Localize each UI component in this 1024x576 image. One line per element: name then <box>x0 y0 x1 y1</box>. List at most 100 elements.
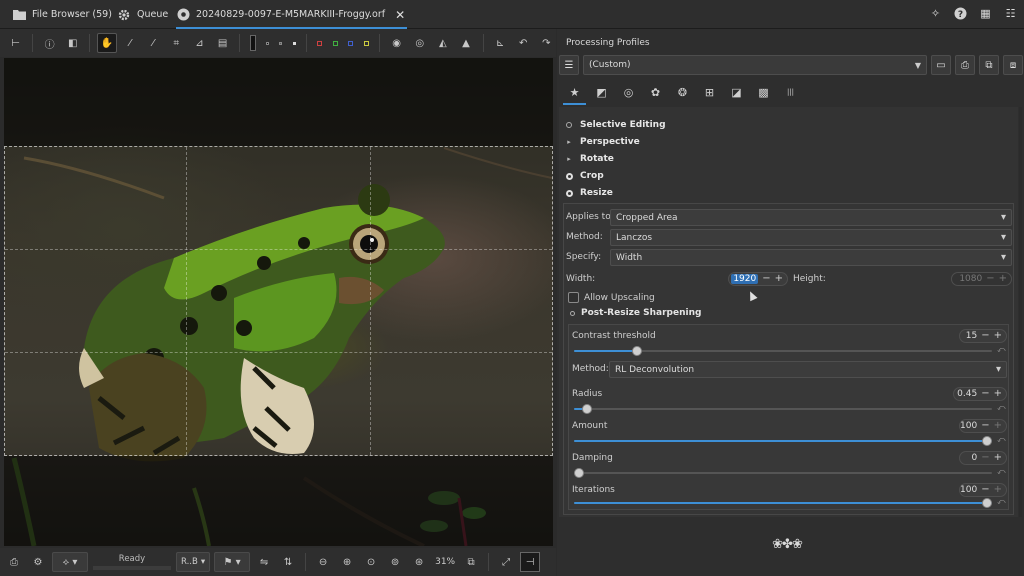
flip-vertical-icon[interactable]: ⇅ <box>278 552 298 572</box>
background-color-icon[interactable] <box>247 33 258 53</box>
luminance-channel-icon[interactable] <box>361 33 372 53</box>
slider-handle[interactable] <box>982 436 992 446</box>
preview-mode-select[interactable]: R..B ▾ <box>176 552 211 572</box>
minus-icon[interactable]: − <box>981 389 989 399</box>
plus-icon[interactable]: + <box>994 331 1002 341</box>
plus-icon[interactable]: + <box>999 274 1007 284</box>
post-resize-sharpening-header[interactable]: Post-Resize Sharpening <box>570 308 701 318</box>
width-input[interactable]: 1920 − + <box>728 272 788 286</box>
zoom-100-icon[interactable]: ⊙ <box>361 552 381 572</box>
zoom-out-icon[interactable]: ⊖ <box>313 552 333 572</box>
save-profile-icon[interactable]: ⎙ <box>955 55 975 75</box>
height-input[interactable]: 1080 − + <box>951 272 1012 286</box>
amount-input[interactable]: 100 − + <box>959 419 1007 433</box>
grid-view-icon[interactable]: ▦ <box>978 6 993 21</box>
radius-input[interactable]: 0.45 − + <box>953 387 1007 401</box>
iterations-input[interactable]: 100 − + <box>959 483 1007 497</box>
close-icon[interactable]: ✕ <box>395 8 405 22</box>
contrast-threshold-slider[interactable] <box>574 346 992 356</box>
paste-profile-icon[interactable]: ⧈ <box>1003 55 1023 75</box>
tool-perspective[interactable]: ▸ Perspective <box>565 134 640 150</box>
tab-metadata-icon[interactable]: ||| <box>777 79 804 105</box>
save-image-icon[interactable]: ⎙ <box>4 552 24 572</box>
tab-image-editor[interactable]: 20240829-0097-E-M5MARKIII-Froggy.orf ✕ <box>176 0 408 29</box>
perspective-tool-icon[interactable]: ▤ <box>213 33 232 53</box>
reset-icon[interactable]: ⤺ <box>997 497 1006 507</box>
contrast-threshold-input[interactable]: 15 − + <box>959 329 1007 343</box>
open-profile-icon[interactable]: ▭ <box>931 55 951 75</box>
flag-select-button[interactable]: ⚑ ▾ <box>214 552 251 572</box>
plus-icon[interactable]: + <box>994 389 1002 399</box>
zoom-in-icon[interactable]: ⊕ <box>337 552 357 572</box>
color-picker-icon[interactable]: ⁄ <box>144 33 163 53</box>
minus-icon[interactable]: − <box>981 331 989 341</box>
tab-queue[interactable]: Queue <box>117 0 168 29</box>
histogram-icon[interactable]: ⊾ <box>491 33 510 53</box>
tab-transform-icon[interactable]: ⊞ <box>696 79 723 105</box>
reset-icon[interactable]: ⤺ <box>997 435 1006 445</box>
copy-profile-icon[interactable]: ⧉ <box>979 55 999 75</box>
slider-handle[interactable] <box>582 404 592 414</box>
enable-toggle-icon[interactable] <box>565 189 573 197</box>
zoom-fit-crop-icon[interactable]: ⊛ <box>409 552 429 572</box>
new-window-icon[interactable]: ⧉ <box>461 552 481 572</box>
tab-color-icon[interactable]: ✿ <box>642 79 669 105</box>
specify-select[interactable]: Width ▾ <box>610 249 1012 266</box>
reset-icon[interactable]: ⤺ <box>997 403 1006 413</box>
tab-raw-icon[interactable]: ◪ <box>723 79 750 105</box>
bg-black-icon[interactable] <box>263 33 273 53</box>
plus-icon[interactable]: + <box>775 274 783 284</box>
tool-crop[interactable]: Crop <box>565 168 604 184</box>
rotate-right-icon[interactable]: ↷ <box>537 33 556 53</box>
tab-locallab-icon[interactable]: ▩ <box>750 79 777 105</box>
enable-toggle-icon[interactable] <box>565 122 573 128</box>
bg-gray-icon[interactable] <box>276 33 286 53</box>
enable-toggle-icon[interactable] <box>565 172 573 180</box>
plus-icon[interactable]: + <box>994 421 1002 431</box>
zoom-fit-icon[interactable]: ⊚ <box>385 552 405 572</box>
preferences-icon[interactable]: ☷ <box>1003 6 1018 21</box>
fullscreen-icon[interactable]: ⤢ <box>496 552 516 572</box>
allow-upscaling-checkbox[interactable] <box>568 292 579 303</box>
sharpen-method-select[interactable]: RL Deconvolution ▾ <box>609 361 1007 378</box>
minus-icon[interactable]: − <box>981 485 989 495</box>
minus-icon[interactable]: − <box>762 274 770 284</box>
slider-handle[interactable] <box>574 468 584 478</box>
hand-tool-icon[interactable]: ✋ <box>97 33 117 53</box>
tool-resize[interactable]: Resize <box>565 185 613 201</box>
blue-channel-icon[interactable] <box>345 33 356 53</box>
help-icon[interactable]: ? <box>953 6 968 21</box>
tab-favorites-icon[interactable]: ★ <box>561 79 588 105</box>
tools-scrollbar[interactable] <box>1019 107 1022 517</box>
image-preview[interactable] <box>4 58 553 546</box>
profile-menu-icon[interactable]: ☰ <box>559 55 579 75</box>
radius-slider[interactable] <box>574 404 992 414</box>
crop-frame[interactable] <box>4 146 553 456</box>
white-balance-picker-icon[interactable]: ⁄ <box>121 33 140 53</box>
magic-wand-icon[interactable]: ✧ <box>928 6 943 21</box>
minus-icon[interactable]: − <box>986 274 994 284</box>
reset-icon[interactable]: ⤺ <box>997 345 1006 355</box>
iterations-slider[interactable] <box>574 498 992 508</box>
tab-advanced-icon[interactable]: ❂ <box>669 79 696 105</box>
slider-handle[interactable] <box>982 498 992 508</box>
amount-slider[interactable] <box>574 436 992 446</box>
minus-icon[interactable]: − <box>981 421 989 431</box>
rotate-left-icon[interactable]: ↶ <box>514 33 533 53</box>
reset-icon[interactable]: ⤺ <box>997 467 1006 477</box>
profile-select[interactable]: (Custom) ▼ <box>583 55 927 75</box>
flip-horizontal-icon[interactable]: ⇋ <box>254 552 274 572</box>
history-panel-icon[interactable]: ⊢ <box>6 33 25 53</box>
highlight-clip-warning-icon[interactable]: ▲ <box>456 33 475 53</box>
crop-tool-icon[interactable]: ⌗ <box>167 33 186 53</box>
enable-toggle-icon[interactable] <box>570 310 575 316</box>
damping-input[interactable]: 0 − + <box>959 451 1007 465</box>
before-after-icon[interactable]: ◧ <box>63 33 82 53</box>
minus-icon[interactable]: − <box>981 453 989 463</box>
red-channel-icon[interactable] <box>314 33 325 53</box>
plus-icon[interactable]: + <box>994 485 1002 495</box>
damping-slider[interactable] <box>574 468 992 478</box>
bg-white-icon[interactable] <box>290 33 300 53</box>
tool-rotate[interactable]: ▸ Rotate <box>565 151 614 167</box>
put-to-queue-icon[interactable]: ⚙ <box>28 552 48 572</box>
